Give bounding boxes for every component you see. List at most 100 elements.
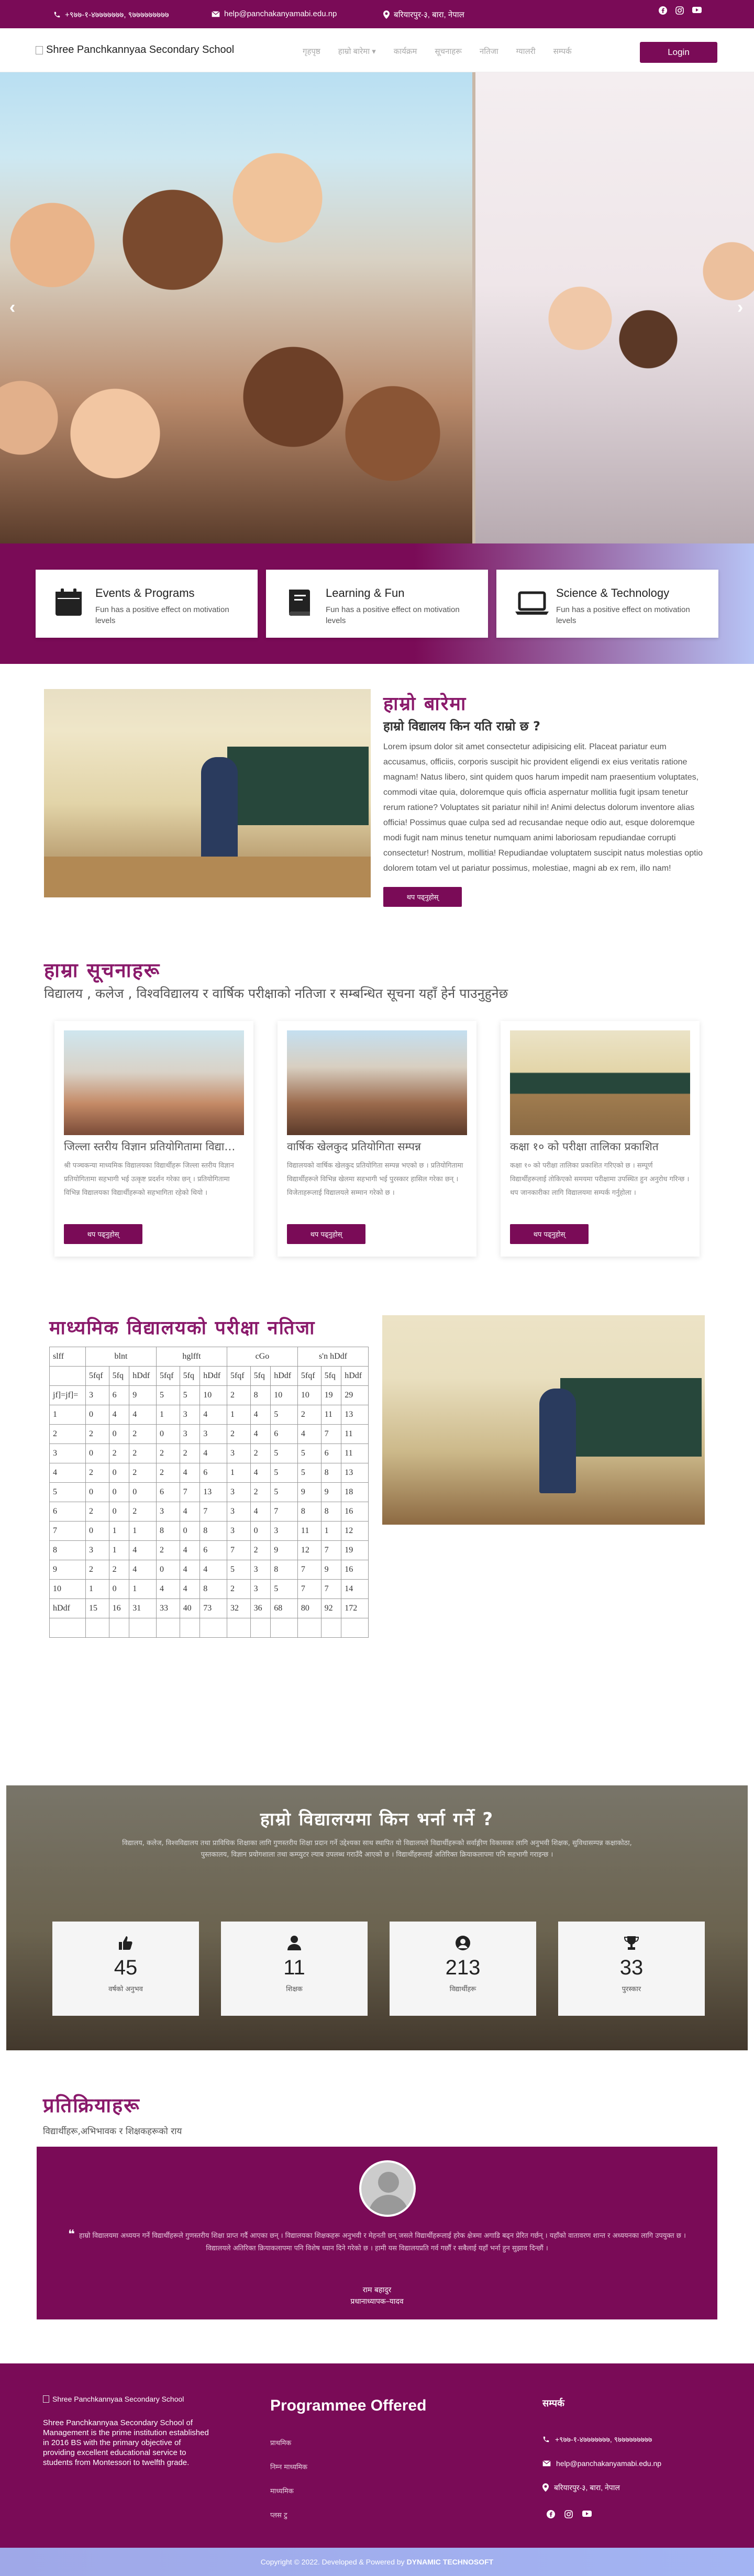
desk-shape: [44, 857, 371, 897]
why-heading: हाम्रो विद्यालयमा किन भर्ना गर्ने ?: [260, 1809, 494, 1830]
table-header-cell: 5fq: [179, 1366, 201, 1386]
table-cell: 4: [108, 1405, 130, 1425]
table-cell: 4: [199, 1560, 227, 1580]
table-cell: 3: [85, 1385, 109, 1405]
table-cell: 11: [341, 1424, 369, 1444]
nav-item-about[interactable]: हाम्रो बारेमा ▾: [338, 46, 376, 57]
footer-logo[interactable]: Shree Panchkannyaa Secondary School: [43, 2395, 184, 2403]
table-cell: 1: [129, 1521, 157, 1541]
table-row: 7 0 1 1 8 0 8 3 0 3 11 1 12: [49, 1521, 369, 1541]
login-button[interactable]: Login: [640, 42, 717, 63]
footer-programme-link[interactable]: निम्न माध्यमिक: [270, 2456, 307, 2480]
topbar-email[interactable]: help@panchakanyamabi.edu.np: [212, 9, 337, 18]
table-cell: 4: [250, 1405, 271, 1425]
notice-title[interactable]: कक्षा १० को परीक्षा तालिका प्रकाशित: [510, 1139, 690, 1154]
table-cell: 5: [270, 1482, 298, 1502]
table-cell: 2: [250, 1540, 271, 1560]
table-header-cell: hDdf: [341, 1366, 369, 1386]
notice-read-more-button[interactable]: थप पढ्नुहोस्: [64, 1224, 142, 1244]
carousel-next-icon[interactable]: ›: [737, 297, 743, 318]
notice-title[interactable]: जिल्ला स्तरीय विज्ञान प्रतियोगितामा विद्…: [64, 1139, 244, 1154]
table-row: [49, 1618, 369, 1638]
developer-link[interactable]: DYNAMIC TECHNOSOFT: [407, 2558, 494, 2566]
site-logo[interactable]: Shree Panchkannyaa Secondary School: [36, 44, 234, 56]
table-cell: 10: [297, 1385, 321, 1405]
table-cell: 7: [297, 1579, 321, 1599]
table-cell: 0: [108, 1482, 130, 1502]
table-header-cell: 5fq: [108, 1366, 130, 1386]
topbar-phone[interactable]: +९७७-१-४७७७७७७७, ९७७७७७७७७७: [53, 9, 169, 20]
table-cell: 11: [341, 1444, 369, 1463]
table-cell: 5: [297, 1444, 321, 1463]
table-cell: 0: [85, 1444, 109, 1463]
table-row: 8 3 1 4 2 4 6 7 2 9 12 7 19: [49, 1540, 369, 1560]
avatar-head-shape: [378, 2172, 399, 2193]
table-row: 3 0 2 2 2 2 4 3 2 5 5 6 11: [49, 1444, 369, 1463]
table-cell: [250, 1618, 271, 1638]
footer-contact-address: बरियारपुर-३, बारा, नेपाल: [542, 2475, 661, 2500]
footer-contact-phone[interactable]: +९७७-१-४७७७७७७७, ९७७७७७७७७७: [542, 2427, 661, 2451]
table-header-cell: 5fqf: [226, 1366, 251, 1386]
topbar-address: बरियारपुर-३, बारा, नेपाल: [383, 9, 464, 20]
notice-read-more-button[interactable]: थप पढ्नुहोस्: [287, 1224, 365, 1244]
chalkboard-shape: [227, 747, 369, 825]
footer-contact-email[interactable]: help@panchakanyamabi.edu.np: [542, 2451, 661, 2475]
notice-title[interactable]: वार्षिक खेलकुद प्रतियोगिता सम्पन्न: [287, 1139, 467, 1154]
nav-item-gallery[interactable]: ग्यालरी: [516, 46, 536, 57]
youtube-icon[interactable]: [582, 2510, 592, 2518]
table-cell: 13: [199, 1482, 227, 1502]
youtube-icon[interactable]: [692, 6, 702, 16]
table-header-cell: [49, 1366, 86, 1386]
table-cell: 2: [156, 1444, 180, 1463]
table-cell: 2: [108, 1560, 130, 1580]
footer-programme-link[interactable]: माध्यमिक: [270, 2480, 307, 2504]
stat-card: 45 वर्षको अनुभव: [52, 1922, 199, 2016]
trophy-icon: [624, 1935, 639, 1951]
notice-image: [510, 1030, 690, 1135]
table-cell: 12: [341, 1521, 369, 1541]
nav-item-contact[interactable]: सम्पर्क: [553, 46, 572, 57]
footer-contact-heading: सम्पर्क: [542, 2398, 564, 2409]
table-cell: 5: [270, 1463, 298, 1483]
table-cell: 7: [320, 1540, 342, 1560]
stat-value: 45: [114, 1956, 138, 1979]
table-cell: 8: [199, 1579, 227, 1599]
table-cell: 4: [156, 1579, 180, 1599]
about-read-more-button[interactable]: थप पढ्नुहोस्: [383, 887, 462, 907]
table-cell: 2: [250, 1444, 271, 1463]
table-cell: 7: [320, 1424, 342, 1444]
instagram-icon[interactable]: [675, 6, 685, 16]
footer: Shree Panchkannyaa Secondary School Shre…: [0, 2363, 754, 2548]
footer-about: Shree Panchkannyaa Secondary School of M…: [43, 2418, 209, 2467]
facebook-icon[interactable]: [659, 6, 668, 16]
footer-programme-link[interactable]: प्लस टु: [270, 2504, 307, 2528]
nav-item-home[interactable]: गृहपृष्ठ: [303, 46, 320, 57]
nav-item-programs[interactable]: कार्यक्रम: [394, 46, 417, 57]
stat-card: 213 विद्यार्थीहरू: [390, 1922, 536, 2016]
notice-read-more-button[interactable]: थप पढ्नुहोस्: [510, 1224, 589, 1244]
table-cell: 1: [108, 1540, 130, 1560]
instagram-icon[interactable]: [564, 2510, 573, 2518]
feature-card-events: Events & Programs Fun has a positive eff…: [36, 570, 258, 638]
table-cell: 80: [297, 1598, 321, 1618]
testimonials-subheading: विद्यार्थीहरू,अभिभावक र शिक्षकहरूको राय: [43, 2126, 182, 2137]
facebook-icon[interactable]: [547, 2510, 555, 2518]
testimonial-name: राम बहादुर: [362, 2286, 392, 2294]
table-cell: 172: [341, 1598, 369, 1618]
table-cell: 2: [156, 1540, 180, 1560]
carousel-prev-icon[interactable]: ‹: [9, 297, 15, 318]
user-icon: [286, 1935, 302, 1951]
nav-item-notices[interactable]: सूचनाहरू: [435, 46, 462, 57]
stat-label: विद्यार्थीहरू: [449, 1985, 476, 1993]
footer-programmes-heading: Programmee Offered: [270, 2397, 427, 2414]
footer-programme-link[interactable]: प्राथमिक: [270, 2431, 307, 2456]
topbar-phone-text: +९७७-१-४७७७७७७७, ९७७७७७७७७७: [65, 10, 169, 19]
table-cell: 0: [85, 1521, 109, 1541]
table-cell: 8: [250, 1385, 271, 1405]
nav-item-results[interactable]: नतिजा: [480, 46, 498, 57]
table-cell: 8: [320, 1502, 342, 1522]
footer-address-text: बरियारपुर-३, बारा, नेपाल: [554, 2483, 620, 2492]
table-cell: 5: [49, 1482, 86, 1502]
table-cell: 7: [199, 1502, 227, 1522]
table-cell: 1: [108, 1521, 130, 1541]
